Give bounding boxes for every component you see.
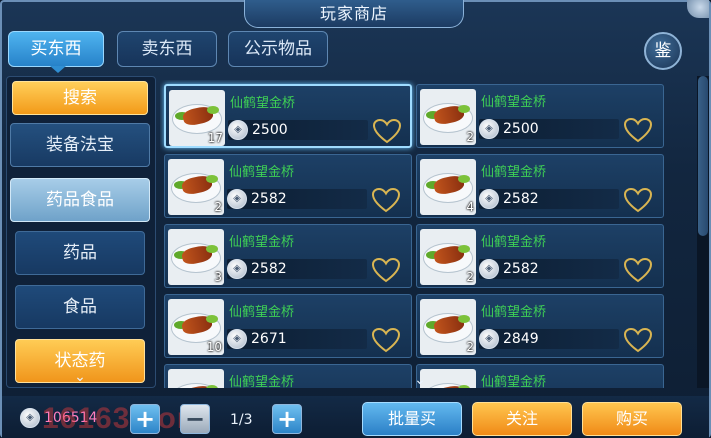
item-quantity: 2 xyxy=(466,270,474,284)
title-plate: 玩家商店 xyxy=(244,0,464,28)
silver-coin-icon: ◈ xyxy=(228,120,248,140)
silver-coin-icon: ◈ xyxy=(20,408,40,428)
food-item-icon: 17 xyxy=(169,90,225,146)
prev-page-button[interactable]: − xyxy=(180,404,210,434)
item-quantity: 2 xyxy=(466,340,474,354)
next-page-button[interactable]: + xyxy=(272,404,302,434)
item-quantity: 2 xyxy=(466,130,474,144)
chevron-down-icon[interactable]: ⌄ xyxy=(70,370,90,384)
item-price: 2582 xyxy=(503,261,539,277)
category-sidebar: 搜索 装备法宝 药品食品 药品 食品 状态药 ⌄ xyxy=(6,76,156,388)
tab-pointer-icon xyxy=(50,66,66,73)
item-price: 2582 xyxy=(251,261,287,277)
item-quantity: 10 xyxy=(206,340,222,354)
batch-buy-button[interactable]: 批量买 xyxy=(362,402,462,436)
silver-coin-icon: ◈ xyxy=(479,189,499,209)
item-price: 2671 xyxy=(251,331,287,347)
buy-button[interactable]: 购买 xyxy=(582,402,682,436)
item-price: 2500 xyxy=(503,121,539,137)
silver-coin-icon: ◈ xyxy=(479,329,499,349)
item-card[interactable]: 3 仙鹤望金桥 ◈ 2582 xyxy=(164,224,412,288)
heart-icon[interactable] xyxy=(623,257,653,283)
scrollbar[interactable] xyxy=(697,76,709,388)
item-name: 仙鹤望金桥 xyxy=(229,235,295,250)
scrollbar-thumb[interactable] xyxy=(698,76,708,236)
item-card[interactable]: 2 仙鹤望金桥 ◈ 2849 xyxy=(416,294,664,358)
item-card[interactable]: 2 仙鹤望金桥 ◈ 2582 xyxy=(416,224,664,288)
item-name: 仙鹤望金桥 xyxy=(481,375,547,388)
food-item-icon xyxy=(168,369,224,388)
item-name: 仙鹤望金桥 xyxy=(229,375,295,388)
price-bar xyxy=(227,329,367,349)
item-name: 仙鹤望金桥 xyxy=(229,305,295,320)
price-bar xyxy=(479,259,619,279)
silver-coin-icon: ◈ xyxy=(479,119,499,139)
price-bar xyxy=(228,120,368,140)
item-price: 2500 xyxy=(252,122,288,138)
item-card[interactable]: 4 仙鹤望金桥 ◈ 2582 xyxy=(416,154,664,218)
tab-sell[interactable]: 卖东西 xyxy=(117,31,217,67)
silver-coin-icon: ◈ xyxy=(227,259,247,279)
chevron-down-icon[interactable]: ⌄ xyxy=(410,373,430,387)
tab-buy[interactable]: 买东西 xyxy=(8,31,104,67)
follow-button[interactable]: 关注 xyxy=(472,402,572,436)
item-card[interactable]: 仙鹤望金桥 xyxy=(164,364,412,388)
subcategory-medicine[interactable]: 药品 xyxy=(15,231,145,275)
item-card[interactable]: 17 仙鹤望金桥 ◈ 2500 xyxy=(164,84,412,148)
heart-icon[interactable] xyxy=(623,327,653,353)
price-bar xyxy=(227,189,367,209)
footer-bar: ◈ 106514 16163.com + − 1/3 + 批量买 关注 购买 xyxy=(2,396,709,438)
food-item-icon: 4 xyxy=(420,159,476,215)
heart-icon[interactable] xyxy=(371,327,401,353)
food-item-icon: 2 xyxy=(420,229,476,285)
heart-icon[interactable] xyxy=(623,117,653,143)
price-bar xyxy=(227,259,367,279)
appraise-button[interactable]: 鉴 xyxy=(644,32,682,70)
item-price: 2582 xyxy=(251,191,287,207)
item-name: 仙鹤望金桥 xyxy=(229,165,295,180)
silver-coin-icon: ◈ xyxy=(227,189,247,209)
page-indicator: 1/3 xyxy=(230,412,253,428)
food-item-icon: 2 xyxy=(420,299,476,355)
price-bar xyxy=(479,329,619,349)
silver-coin-icon: ◈ xyxy=(479,259,499,279)
item-card[interactable]: 10 仙鹤望金桥 ◈ 2671 xyxy=(164,294,412,358)
heart-icon[interactable] xyxy=(623,187,653,213)
add-money-button[interactable]: + xyxy=(130,404,160,434)
heart-icon[interactable] xyxy=(371,257,401,283)
heart-icon[interactable] xyxy=(372,118,402,144)
price-bar xyxy=(479,119,619,139)
item-name: 仙鹤望金桥 xyxy=(481,95,547,110)
item-grid: 17 仙鹤望金桥 ◈ 2500 2 仙鹤望金桥 ◈ 2500 2 仙鹤望金桥 ◈… xyxy=(160,80,668,388)
item-price: 2849 xyxy=(503,331,539,347)
item-name: 仙鹤望金桥 xyxy=(481,305,547,320)
tab-public-items[interactable]: 公示物品 xyxy=(228,31,328,67)
item-card[interactable]: 2 仙鹤望金桥 ◈ 2500 xyxy=(416,84,664,148)
item-card[interactable]: 2 仙鹤望金桥 ◈ 2582 xyxy=(164,154,412,218)
item-quantity: 3 xyxy=(214,270,222,284)
window-title: 玩家商店 xyxy=(319,4,388,23)
price-bar xyxy=(479,189,619,209)
item-quantity: 17 xyxy=(207,131,223,145)
search-button[interactable]: 搜索 xyxy=(12,81,148,115)
silver-coin-icon: ◈ xyxy=(227,329,247,349)
food-item-icon: 2 xyxy=(168,159,224,215)
food-item-icon: 3 xyxy=(168,229,224,285)
subcategory-food[interactable]: 食品 xyxy=(15,285,145,329)
item-name: 仙鹤望金桥 xyxy=(481,165,547,180)
item-name: 仙鹤望金桥 xyxy=(230,96,296,111)
category-equipment[interactable]: 装备法宝 xyxy=(10,123,150,167)
food-item-icon: 2 xyxy=(420,89,476,145)
item-card[interactable]: 仙鹤望金桥 xyxy=(416,364,664,388)
item-quantity: 4 xyxy=(466,200,474,214)
item-name: 仙鹤望金桥 xyxy=(481,235,547,250)
category-medicine-food[interactable]: 药品食品 xyxy=(10,178,150,222)
item-quantity: 2 xyxy=(214,200,222,214)
item-price: 2582 xyxy=(503,191,539,207)
heart-icon[interactable] xyxy=(371,187,401,213)
food-item-icon: 10 xyxy=(168,299,224,355)
